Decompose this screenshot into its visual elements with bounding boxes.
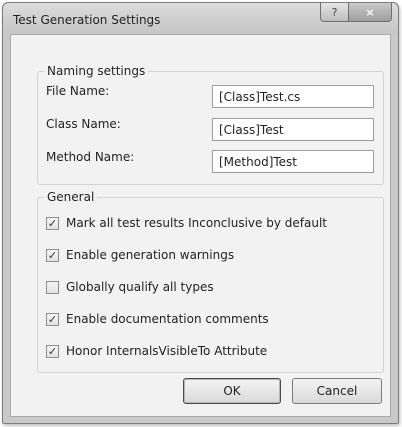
checkbox-checked[interactable]: ✓ bbox=[46, 344, 59, 358]
checkbox-checked[interactable]: ✓ bbox=[46, 216, 59, 230]
option-internals-visible-to[interactable]: ✓ Honor InternalsVisibleTo Attribute bbox=[46, 343, 267, 359]
general-legend: General bbox=[44, 190, 98, 204]
option-label: Enable documentation comments bbox=[66, 312, 269, 326]
method-name-label: Method Name: bbox=[46, 150, 135, 164]
general-group: General ✓ Mark all test results Inconclu… bbox=[37, 190, 384, 373]
option-label: Globally qualify all types bbox=[66, 280, 214, 294]
cancel-button[interactable]: Cancel bbox=[292, 378, 382, 404]
naming-settings-group: Naming settings File Name: Class Name: M… bbox=[37, 64, 384, 185]
dialog-title: Test Generation Settings bbox=[13, 13, 161, 27]
method-name-field[interactable] bbox=[212, 150, 374, 173]
test-generation-settings-dialog: Test Generation Settings ? × Naming sett… bbox=[2, 2, 399, 424]
option-label: Enable generation warnings bbox=[66, 248, 235, 262]
help-icon[interactable]: ? bbox=[320, 3, 349, 22]
file-name-field[interactable] bbox=[212, 85, 374, 108]
option-label: Mark all test results Inconclusive by de… bbox=[66, 216, 327, 230]
checkbox-checked[interactable]: ✓ bbox=[46, 248, 59, 262]
dialog-body: Naming settings File Name: Class Name: M… bbox=[10, 34, 391, 417]
option-mark-inconclusive[interactable]: ✓ Mark all test results Inconclusive by … bbox=[46, 215, 327, 231]
checkbox-unchecked[interactable] bbox=[46, 280, 59, 294]
close-icon[interactable]: × bbox=[349, 3, 392, 22]
option-documentation-comments[interactable]: ✓ Enable documentation comments bbox=[46, 311, 269, 327]
naming-settings-legend: Naming settings bbox=[44, 64, 149, 78]
caption-buttons: ? × bbox=[320, 3, 392, 22]
ok-button[interactable]: OK bbox=[183, 378, 281, 404]
checkbox-checked[interactable]: ✓ bbox=[46, 312, 59, 326]
class-name-label: Class Name: bbox=[46, 117, 121, 131]
class-name-field[interactable] bbox=[212, 118, 374, 141]
title-bar[interactable]: Test Generation Settings ? × bbox=[3, 3, 398, 33]
option-label: Honor InternalsVisibleTo Attribute bbox=[66, 344, 268, 358]
file-name-label: File Name: bbox=[46, 84, 110, 98]
option-globally-qualify[interactable]: Globally qualify all types bbox=[46, 279, 214, 295]
option-generation-warnings[interactable]: ✓ Enable generation warnings bbox=[46, 247, 234, 263]
